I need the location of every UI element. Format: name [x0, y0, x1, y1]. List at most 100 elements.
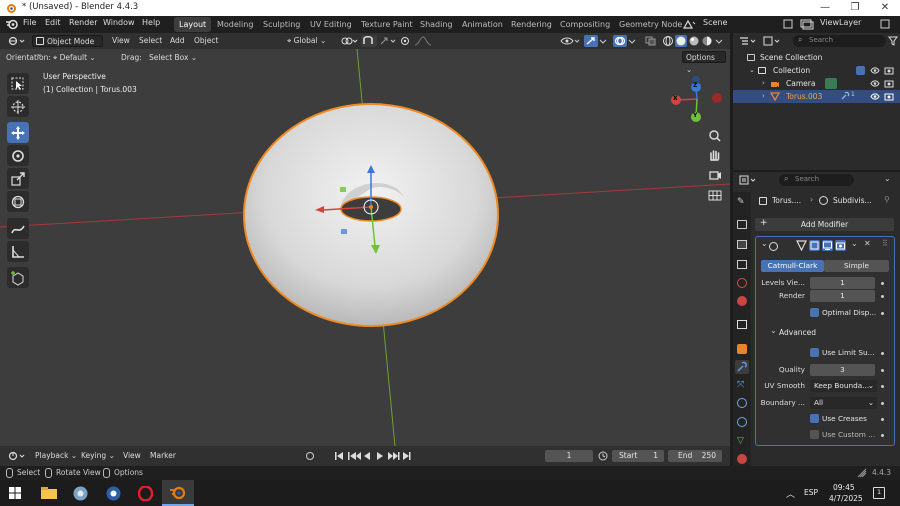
tab-geometry-nodes[interactable]: Geometry Node: [614, 17, 687, 32]
animate-property-icon[interactable]: [881, 352, 884, 355]
record-icon[interactable]: [305, 451, 315, 461]
properties-search-field[interactable]: ⌕ Search: [779, 174, 854, 186]
advanced-subpanel-header[interactable]: Advanced: [779, 328, 816, 337]
scene-name[interactable]: Scene: [703, 18, 727, 27]
menu-object[interactable]: Object: [191, 35, 221, 47]
particles-tab-icon[interactable]: ⤧: [737, 380, 744, 390]
simple-tab[interactable]: Simple: [824, 260, 889, 272]
edit-mode-toggle-icon[interactable]: [796, 240, 807, 252]
menu-keying[interactable]: Keying ⌄: [78, 450, 118, 462]
scene-tab-icon[interactable]: [737, 278, 747, 288]
animate-property-icon[interactable]: [881, 434, 884, 437]
menu-view[interactable]: View: [109, 35, 133, 47]
collection-render-icon[interactable]: [884, 66, 894, 75]
menu-file[interactable]: File: [23, 18, 36, 27]
use-creases-checkbox[interactable]: [810, 414, 819, 423]
snap-icon[interactable]: [361, 35, 377, 47]
orientation-selector[interactable]: ⌖ Default ⌄: [50, 52, 99, 64]
tab-rendering[interactable]: Rendering: [506, 17, 557, 32]
clock-time[interactable]: 09:45: [833, 483, 855, 492]
animate-property-icon[interactable]: [881, 312, 884, 315]
pivot-icon[interactable]: [340, 36, 358, 46]
transform-tool[interactable]: [7, 191, 29, 212]
photos-app-icon[interactable]: [73, 486, 88, 501]
torus-render-icon[interactable]: [884, 92, 894, 101]
shading-wireframe-icon[interactable]: [662, 35, 674, 47]
timeline-editor-icon[interactable]: [8, 451, 26, 461]
camera-render-icon[interactable]: [884, 79, 894, 88]
camera-row[interactable]: › Camera: [733, 77, 900, 90]
collection-tab-icon[interactable]: [737, 320, 747, 329]
end-frame-field[interactable]: End 250: [668, 450, 722, 462]
expand-chevron-icon[interactable]: ⌄: [749, 64, 755, 77]
torus-row[interactable]: › Torus.003 1: [733, 90, 900, 103]
menu-window[interactable]: Window: [103, 18, 135, 27]
menu-select[interactable]: Select: [136, 35, 165, 47]
measure-tool[interactable]: [7, 241, 29, 262]
camera-view-icon[interactable]: [706, 166, 724, 184]
drag-handle-icon[interactable]: ⠿: [882, 239, 888, 248]
close-button[interactable]: ✕: [870, 0, 900, 16]
render-tab-icon[interactable]: [737, 220, 747, 229]
opera-browser-icon[interactable]: [137, 485, 154, 502]
overlays-toggle-icon[interactable]: [613, 35, 627, 47]
menu-marker[interactable]: Marker: [147, 450, 179, 462]
transform-orientation-selector[interactable]: ⌖ Global ⌄: [284, 35, 329, 47]
input-language[interactable]: ESP: [804, 488, 818, 497]
tab-layout[interactable]: Layout: [174, 17, 212, 32]
blender-menu-icon[interactable]: [5, 18, 19, 30]
object-tab-icon[interactable]: [737, 344, 747, 354]
expand-chevron-icon[interactable]: ›: [762, 77, 765, 90]
display-mode-icon[interactable]: [763, 36, 781, 46]
gizmos-menu-icon[interactable]: [599, 36, 607, 46]
remove-modifier-icon[interactable]: ✕: [864, 239, 871, 248]
proportional-edit-icon[interactable]: [400, 36, 410, 46]
blender-taskbar-button[interactable]: [162, 480, 194, 506]
animate-property-icon[interactable]: [881, 282, 884, 285]
physics-tab-icon[interactable]: [737, 398, 747, 408]
collection-visibility-icon[interactable]: [870, 66, 880, 75]
tab-texture-paint[interactable]: Texture Paint: [356, 17, 418, 32]
view-layer-tab-icon[interactable]: [737, 260, 747, 269]
render-toggle-icon[interactable]: [835, 240, 846, 251]
shading-rendered-icon[interactable]: [701, 35, 713, 47]
optimal-display-checkbox[interactable]: [810, 308, 819, 317]
maximize-button[interactable]: ❐: [840, 0, 870, 16]
select-box-tool[interactable]: [7, 73, 29, 94]
menu-render[interactable]: Render: [69, 18, 97, 27]
move-tool[interactable]: [7, 122, 29, 143]
scene-browse-icon[interactable]: [783, 19, 793, 29]
scene-icon[interactable]: [682, 19, 696, 30]
gizmos-toggle-icon[interactable]: [584, 35, 598, 47]
uv-smooth-dropdown[interactable]: Keep Bounda... ⌄: [810, 380, 877, 392]
view-layer-icon[interactable]: [800, 18, 814, 30]
modifier-tab-icon[interactable]: [735, 360, 749, 374]
tab-compositing[interactable]: Compositing: [555, 17, 615, 32]
tray-overflow-icon[interactable]: ︿: [786, 487, 795, 500]
file-explorer-icon[interactable]: [41, 487, 57, 499]
animate-property-icon[interactable]: [881, 295, 884, 298]
animate-property-icon[interactable]: [881, 385, 884, 388]
menu-timeline-view[interactable]: View: [120, 450, 144, 462]
clock-icon[interactable]: [598, 451, 608, 461]
render-levels-field[interactable]: 1: [810, 290, 875, 302]
zoom-icon[interactable]: [706, 127, 724, 145]
falloff-icon[interactable]: [414, 36, 432, 46]
menu-edit[interactable]: Edit: [45, 18, 61, 27]
levels-viewport-field[interactable]: 1: [810, 277, 875, 289]
clock-date[interactable]: 4/7/2025: [829, 494, 863, 503]
menu-add[interactable]: Add: [167, 35, 188, 47]
outliner-editor-icon[interactable]: [739, 36, 757, 46]
view-layer-browse-icon[interactable]: [880, 19, 890, 29]
animate-property-icon[interactable]: [881, 418, 884, 421]
scene-collection-row[interactable]: Scene Collection: [733, 51, 900, 64]
annotate-tool[interactable]: [7, 218, 29, 239]
mode-selector[interactable]: Object Mode ⌄: [32, 35, 103, 58]
shading-material-icon[interactable]: [688, 35, 700, 47]
collection-row[interactable]: ⌄ Collection: [733, 64, 900, 77]
shading-solid-icon[interactable]: [675, 35, 687, 47]
advanced-chevron-icon[interactable]: ⌄: [770, 326, 777, 335]
rotate-tool[interactable]: [7, 145, 29, 166]
drag-selector[interactable]: Select Box ⌄: [146, 52, 200, 64]
use-custom-normals-checkbox[interactable]: [810, 430, 819, 439]
